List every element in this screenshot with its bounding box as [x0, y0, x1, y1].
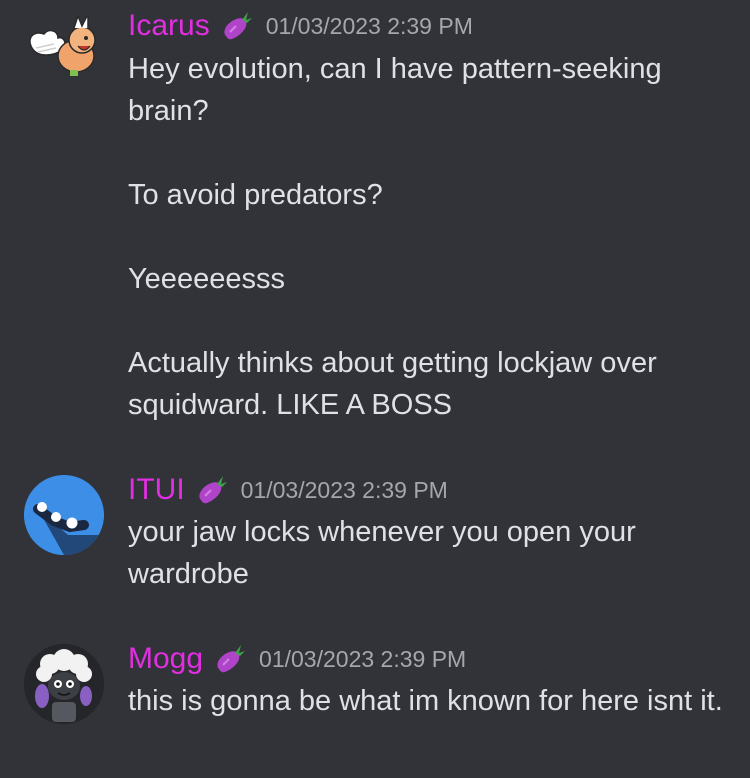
- message-content: Hey evolution, can I have pattern-seekin…: [128, 48, 738, 426]
- message-line: To avoid predators?: [128, 179, 383, 211]
- username[interactable]: Mogg: [128, 639, 203, 679]
- message-line: Yeeeeeesss: [128, 263, 285, 295]
- blue-dots-avatar-icon: [24, 475, 104, 555]
- message-line: this is gonna be what im known for here …: [128, 685, 723, 717]
- message-content: this is gonna be what im known for here …: [128, 680, 738, 722]
- avatar-itui[interactable]: [24, 475, 104, 555]
- message-content: your jaw locks whenever you open your wa…: [128, 511, 738, 595]
- username[interactable]: Icarus: [128, 6, 210, 46]
- message-line: Hey evolution, can I have pattern-seekin…: [128, 53, 670, 127]
- winged-creature-avatar-icon: [29, 13, 96, 76]
- sheep-character-avatar-icon: [24, 644, 104, 724]
- eggplant-icon[interactable]: [209, 639, 249, 679]
- message-line: Actually thinks about getting lockjaw ov…: [128, 347, 665, 421]
- message-header: Mogg 01/03/2023 2:39 PM: [128, 639, 466, 679]
- avatar-icarus[interactable]: [24, 8, 104, 88]
- eggplant-icon[interactable]: [216, 6, 256, 46]
- avatar-mogg[interactable]: [24, 644, 104, 724]
- timestamp[interactable]: 01/03/2023 2:39 PM: [259, 639, 466, 679]
- message-header: ITUI 01/03/2023 2:39 PM: [128, 470, 448, 510]
- username[interactable]: ITUI: [128, 470, 185, 510]
- eggplant-icon[interactable]: [191, 470, 231, 510]
- message-header: Icarus 01/03/2023 2:39 PM: [128, 6, 473, 46]
- timestamp[interactable]: 01/03/2023 2:39 PM: [241, 470, 448, 510]
- message-line: your jaw locks whenever you open your wa…: [128, 516, 644, 590]
- timestamp[interactable]: 01/03/2023 2:39 PM: [266, 6, 473, 46]
